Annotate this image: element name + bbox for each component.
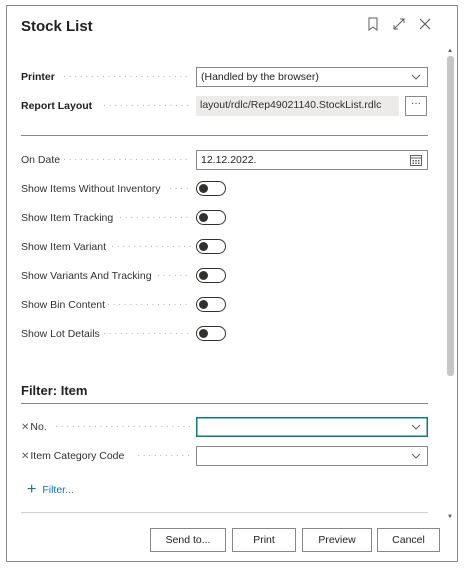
- add-filter-link[interactable]: + Filter...: [27, 481, 74, 498]
- filter-label-text: No.: [30, 421, 47, 433]
- toggle-knob: [199, 213, 208, 222]
- bookmark-icon[interactable]: [365, 16, 381, 32]
- filter-no-input[interactable]: [196, 417, 428, 437]
- add-filter-label: Filter...: [42, 484, 74, 496]
- report-layout-value: layout/rdlc/Rep49021140.StockList.rdlc: [200, 99, 382, 111]
- leader-dots: ························: [103, 328, 191, 339]
- filter-label-no: ✕No.: [21, 421, 47, 433]
- toggle-row-variants-and-tracking: Show Variants And Tracking ··········: [21, 266, 429, 288]
- on-date-input[interactable]: 12.12.2022.: [196, 150, 428, 170]
- toggle-label: Show Items Without Inventory: [21, 183, 161, 195]
- filter-label-item-category-code: ✕Item Category Code: [21, 450, 124, 462]
- cancel-button[interactable]: Cancel: [377, 528, 440, 552]
- scrollbar-thumb[interactable]: [447, 56, 454, 376]
- on-date-value: 12.12.2022.: [201, 154, 257, 166]
- printer-value: (Handled by the browser): [201, 71, 319, 83]
- preview-button[interactable]: Preview: [302, 528, 372, 552]
- toggle-label: Show Bin Content: [21, 299, 106, 311]
- leader-dots: ·····································: [63, 154, 191, 165]
- header-actions: [365, 16, 433, 32]
- filter-label-text: Item Category Code: [30, 450, 125, 462]
- dialog-title: Stock List: [21, 18, 93, 35]
- filter-section-title: Filter: Item: [21, 383, 88, 398]
- calendar-icon[interactable]: [410, 154, 422, 166]
- leader-dots: ·························: [103, 100, 191, 111]
- toggle-knob: [199, 242, 208, 251]
- section-divider: [21, 135, 428, 136]
- scroll-down-arrow-icon[interactable]: ▼: [447, 514, 453, 520]
- show-lot-details-toggle[interactable]: [196, 326, 226, 341]
- show-variants-and-tracking-toggle[interactable]: [196, 268, 226, 283]
- filter-row-item-category-code: ✕Item Category Code ···············: [21, 446, 429, 468]
- filter-section-divider: [21, 403, 428, 404]
- chevron-down-icon[interactable]: [411, 423, 421, 431]
- expand-icon[interactable]: [391, 16, 407, 32]
- leader-dots: ·······································: [55, 421, 191, 432]
- report-layout-more-button[interactable]: ···: [405, 96, 427, 116]
- printer-label: Printer: [21, 71, 55, 83]
- show-bin-content-toggle[interactable]: [196, 297, 226, 312]
- chevron-down-icon[interactable]: [411, 452, 421, 460]
- remove-filter-icon[interactable]: ✕: [21, 422, 29, 433]
- toggle-row-bin-content: Show Bin Content ·······················: [21, 295, 429, 317]
- toggle-knob: [199, 329, 208, 338]
- toggle-label: Show Lot Details: [21, 328, 100, 340]
- close-icon[interactable]: [417, 16, 433, 32]
- report-layout-row: Report Layout ························· …: [21, 96, 429, 118]
- remove-filter-icon[interactable]: ✕: [21, 451, 29, 462]
- send-to-button[interactable]: Send to...: [150, 528, 226, 552]
- leader-dots: ···············: [137, 450, 191, 461]
- show-item-tracking-toggle[interactable]: [196, 210, 226, 225]
- leader-dots: ··········: [157, 270, 191, 281]
- chevron-down-icon: [411, 74, 421, 80]
- report-layout-field: layout/rdlc/Rep49021140.StockList.rdlc: [196, 96, 399, 116]
- printer-select[interactable]: (Handled by the browser): [196, 67, 428, 87]
- report-layout-label: Report Layout: [21, 100, 93, 112]
- toggle-knob: [199, 300, 208, 309]
- plus-icon: +: [27, 481, 37, 498]
- toggle-knob: [199, 271, 208, 280]
- on-date-row: On Date ································…: [21, 150, 429, 172]
- vertical-scrollbar[interactable]: ▲ ▼: [447, 48, 454, 520]
- toggle-row-items-without-inventory: Show Items Without Inventory ·····: [21, 179, 429, 201]
- toggle-label: Show Item Tracking: [21, 212, 114, 224]
- toggle-row-item-tracking: Show Item Tracking ····················: [21, 208, 429, 230]
- stock-list-dialog: Stock List ▲ ▼ Printer ·················…: [6, 5, 458, 562]
- filter-row-no: ✕No. ···································…: [21, 417, 429, 439]
- leader-dots: ······················: [111, 241, 191, 252]
- filter-item-category-code-input[interactable]: [196, 446, 428, 466]
- footer-divider: [21, 512, 428, 513]
- toggle-label: Show Variants And Tracking: [21, 270, 152, 282]
- printer-row: Printer ································…: [21, 67, 429, 89]
- leader-dots: ····················: [119, 212, 191, 223]
- leader-dots: ·······················: [107, 299, 191, 310]
- toggle-label: Show Item Variant: [21, 241, 107, 253]
- leader-dots: ·····································: [63, 71, 191, 82]
- scroll-up-arrow-icon[interactable]: ▲: [447, 48, 453, 54]
- on-date-label: On Date: [21, 154, 61, 166]
- print-button[interactable]: Print: [232, 528, 296, 552]
- show-items-without-inventory-toggle[interactable]: [196, 181, 226, 196]
- toggle-knob: [199, 184, 208, 193]
- leader-dots: ·····: [169, 183, 191, 194]
- toggle-row-item-variant: Show Item Variant ······················: [21, 237, 429, 259]
- show-item-variant-toggle[interactable]: [196, 239, 226, 254]
- toggle-row-lot-details: Show Lot Details ·······················…: [21, 324, 429, 346]
